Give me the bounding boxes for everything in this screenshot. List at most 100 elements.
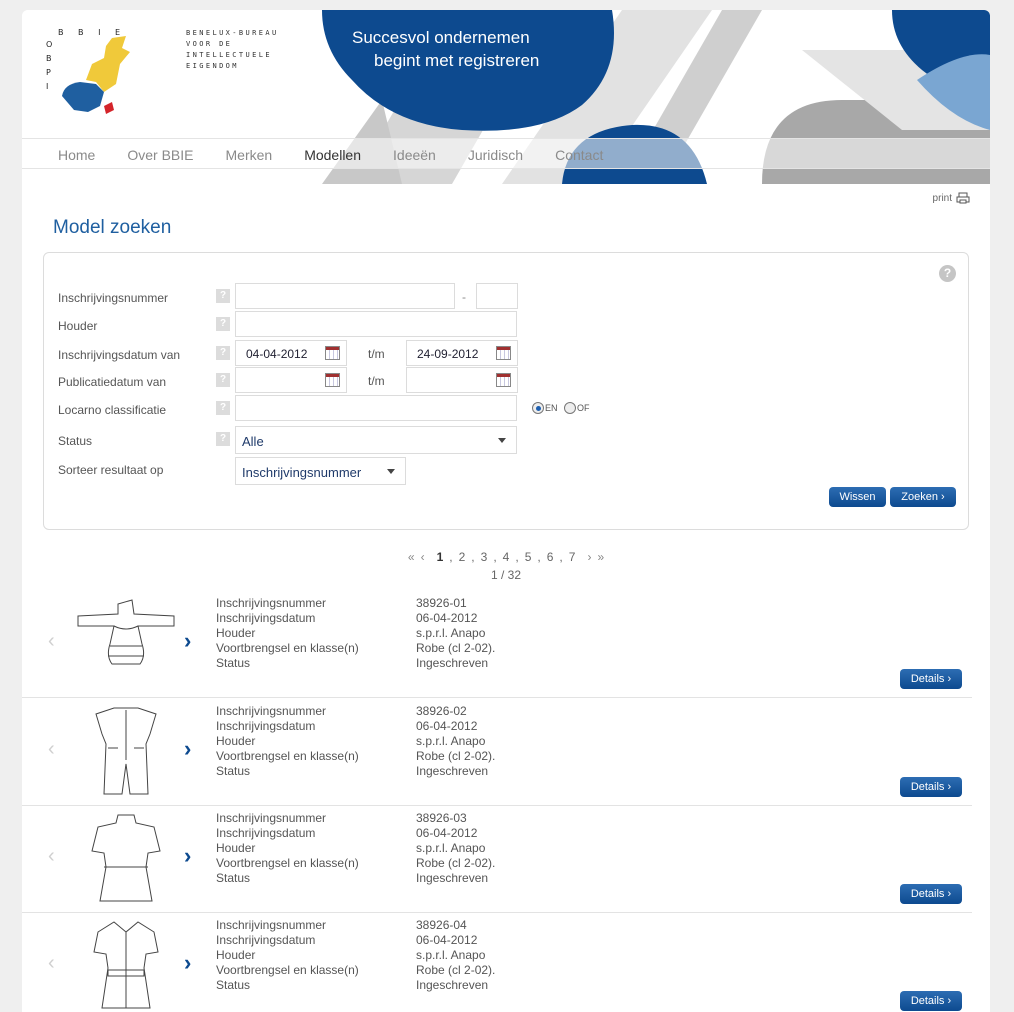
model-image[interactable] <box>74 811 178 903</box>
reg-date-from-input[interactable]: 04-04-2012 <box>235 340 347 366</box>
search-button-label: Zoeken <box>901 491 938 503</box>
pub-date-to-input[interactable] <box>406 367 518 393</box>
label-product: Voortbrengsel en klasse(n) <box>216 963 359 977</box>
value-holder: s.p.r.l. Anapo <box>416 626 486 640</box>
result-values: 38926-01 06-04-2012 s.p.r.l. Anapo Robe … <box>416 596 495 671</box>
nav-item-juridisch[interactable]: Juridisch <box>452 139 539 168</box>
value-reg-date: 06-04-2012 <box>416 826 478 840</box>
image-next-icon[interactable]: › <box>184 843 191 869</box>
page-5[interactable]: 5 <box>525 550 532 564</box>
model-image[interactable] <box>74 918 178 1010</box>
label-holder: Houder <box>216 626 256 640</box>
page-4[interactable]: 4 <box>503 550 510 564</box>
help-reg-date-icon[interactable]: ? <box>216 346 230 360</box>
label-status: Status <box>58 434 93 448</box>
image-next-icon[interactable]: › <box>184 628 191 654</box>
label-reg-date: Inschrijvingsdatum van <box>58 348 181 362</box>
details-label: Details <box>910 995 945 1007</box>
image-next-icon[interactable]: › <box>184 950 191 976</box>
image-prev-icon[interactable]: ‹ <box>48 738 55 761</box>
help-icon[interactable]: ? <box>939 265 956 282</box>
label-status: Status <box>216 978 251 992</box>
holder-input[interactable] <box>235 311 517 337</box>
tm-label: t/m <box>368 374 385 388</box>
label-holder: Houder <box>58 319 98 333</box>
next-page-icon[interactable]: › <box>587 550 591 564</box>
details-button[interactable]: Details › <box>900 884 962 904</box>
result-labels: Inschrijvingsnummer Inschrijvingsdatum H… <box>216 918 359 993</box>
status-select[interactable]: Alle <box>235 426 517 454</box>
reg-number-suffix-input[interactable] <box>476 283 518 309</box>
label-product: Voortbrengsel en klasse(n) <box>216 856 359 870</box>
slogan-line-1: Succesvol ondernemen <box>352 28 530 47</box>
sort-select[interactable]: Inschrijvingsnummer <box>235 457 406 485</box>
locarno-input[interactable] <box>235 395 517 421</box>
help-pub-date-icon[interactable]: ? <box>216 373 230 387</box>
reg-number-input[interactable] <box>235 283 455 309</box>
image-prev-icon[interactable]: ‹ <box>48 952 55 975</box>
result-values: 38926-03 06-04-2012 s.p.r.l. Anapo Robe … <box>416 811 495 886</box>
radio-en-dot[interactable] <box>532 402 544 414</box>
page-6[interactable]: 6 <box>547 550 554 564</box>
page-3[interactable]: 3 <box>481 550 488 564</box>
prev-page-icon[interactable]: ‹ <box>421 550 425 564</box>
value-holder: s.p.r.l. Anapo <box>416 948 486 962</box>
first-page-icon[interactable]: « <box>408 550 415 564</box>
nav-item-modellen[interactable]: Modellen <box>288 139 377 168</box>
help-locarno-icon[interactable]: ? <box>216 401 230 415</box>
calendar-icon[interactable] <box>325 373 340 387</box>
dash-separator: - <box>462 290 466 304</box>
reg-date-to-input[interactable]: 24-09-2012 <box>406 340 518 366</box>
nav-item-over-bbie[interactable]: Over BBIE <box>111 139 209 168</box>
value-status: Ingeschreven <box>416 978 489 992</box>
page-1[interactable]: 1 <box>437 550 444 564</box>
model-image[interactable] <box>74 596 178 688</box>
page-7[interactable]: 7 <box>569 550 576 564</box>
clear-button[interactable]: Wissen <box>829 487 886 507</box>
image-next-icon[interactable]: › <box>184 736 191 762</box>
value-reg-date: 06-04-2012 <box>416 611 478 625</box>
radio-of-dot[interactable] <box>564 402 576 414</box>
result-labels: Inschrijvingsnummer Inschrijvingsdatum H… <box>216 811 359 886</box>
bbie-logo[interactable]: B B I E O B P I <box>38 24 138 120</box>
details-button[interactable]: Details › <box>900 991 962 1011</box>
radio-en-label: EN <box>545 403 558 413</box>
help-reg-number-icon[interactable]: ? <box>216 289 230 303</box>
details-button[interactable]: Details › <box>900 777 962 797</box>
value-reg-date: 06-04-2012 <box>416 719 478 733</box>
help-status-icon[interactable]: ? <box>216 432 230 446</box>
radio-of-label: OF <box>577 403 590 413</box>
pub-date-from-input[interactable] <box>235 367 347 393</box>
value-status: Ingeschreven <box>416 764 489 778</box>
print-label: print <box>932 192 952 204</box>
calendar-icon[interactable] <box>496 373 511 387</box>
nav-item-home[interactable]: Home <box>42 139 111 168</box>
nav-item-ideeen[interactable]: Ideeën <box>377 139 452 168</box>
nav-item-contact[interactable]: Contact <box>539 139 619 168</box>
image-prev-icon[interactable]: ‹ <box>48 845 55 868</box>
details-label: Details <box>910 781 945 793</box>
last-page-icon[interactable]: » <box>597 550 604 564</box>
search-button[interactable]: Zoeken › <box>890 487 956 507</box>
print-link[interactable]: print <box>933 192 970 204</box>
page-2[interactable]: 2 <box>459 550 466 564</box>
value-product: Robe (cl 2-02). <box>416 963 496 977</box>
calendar-icon[interactable] <box>496 346 511 360</box>
help-holder-icon[interactable]: ? <box>216 317 230 331</box>
details-button[interactable]: Details › <box>900 669 962 689</box>
value-status: Ingeschreven <box>416 871 489 885</box>
radio-en[interactable]: EN <box>532 402 558 414</box>
site-header: B B I E O B P I BENELUX-BUREAU VOOR DE I… <box>22 10 990 184</box>
radio-of[interactable]: OF <box>564 402 590 414</box>
result-labels: Inschrijvingsnummer Inschrijvingsdatum H… <box>216 596 359 671</box>
label-reg-number: Inschrijvingsnummer <box>216 918 327 932</box>
label-holder: Houder <box>216 948 256 962</box>
image-prev-icon[interactable]: ‹ <box>48 630 55 653</box>
nav-item-merken[interactable]: Merken <box>210 139 289 168</box>
result-values: 38926-04 06-04-2012 s.p.r.l. Anapo Robe … <box>416 918 495 993</box>
value-product: Robe (cl 2-02). <box>416 749 496 763</box>
label-holder: Houder <box>216 841 256 855</box>
calendar-icon[interactable] <box>325 346 340 360</box>
model-image[interactable] <box>74 704 178 796</box>
value-product: Robe (cl 2-02). <box>416 856 496 870</box>
